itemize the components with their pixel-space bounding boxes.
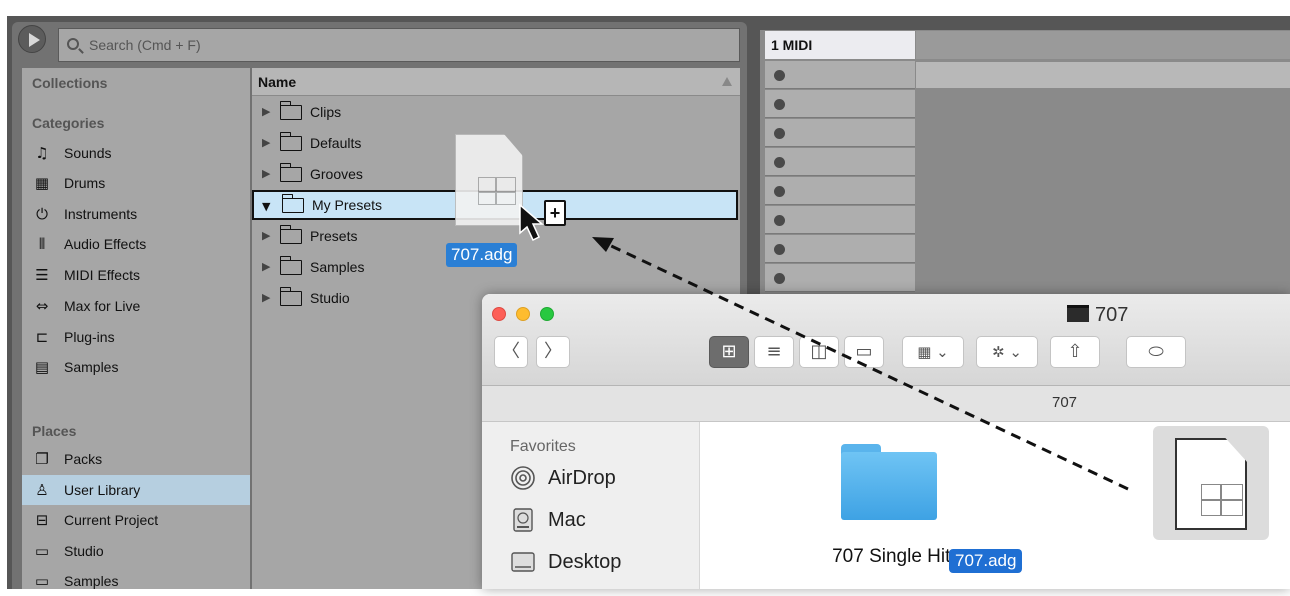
drag-path-overlay (519, 203, 1129, 491)
cursor-arrow-icon (519, 203, 545, 242)
drag-arrowhead-icon (592, 237, 614, 252)
drag-path-line (604, 241, 1129, 491)
